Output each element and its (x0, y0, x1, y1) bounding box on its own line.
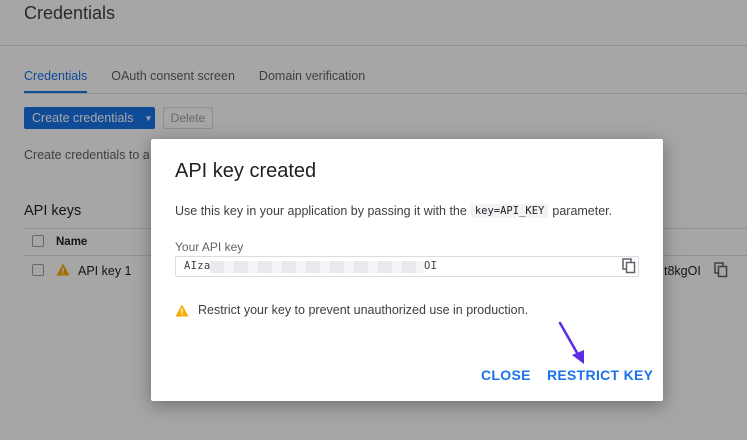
restrict-key-button[interactable]: RESTRICT KEY (547, 367, 653, 383)
dialog-description-text: Use this key in your application by pass… (175, 204, 467, 218)
api-key-field[interactable]: AIza OI (175, 256, 639, 277)
api-key-prefix: AIza (184, 260, 211, 272)
dialog-title: API key created (175, 160, 317, 182)
dialog-description: Use this key in your application by pass… (175, 204, 612, 218)
close-button[interactable]: CLOSE (481, 367, 531, 383)
dialog-description-suffix: parameter. (552, 204, 613, 218)
warning-icon (175, 304, 189, 316)
api-key-param-code: key=API_KEY (470, 204, 549, 218)
restrict-warning: Restrict your key to prevent unauthorize… (175, 303, 528, 317)
api-key-label: Your API key (175, 240, 244, 254)
restrict-warning-text: Restrict your key to prevent unauthorize… (198, 303, 529, 317)
annotation-arrow-icon (558, 321, 584, 364)
api-key-redacted (210, 261, 424, 273)
api-key-suffix: OI (424, 260, 438, 272)
copy-icon[interactable] (622, 258, 636, 279)
